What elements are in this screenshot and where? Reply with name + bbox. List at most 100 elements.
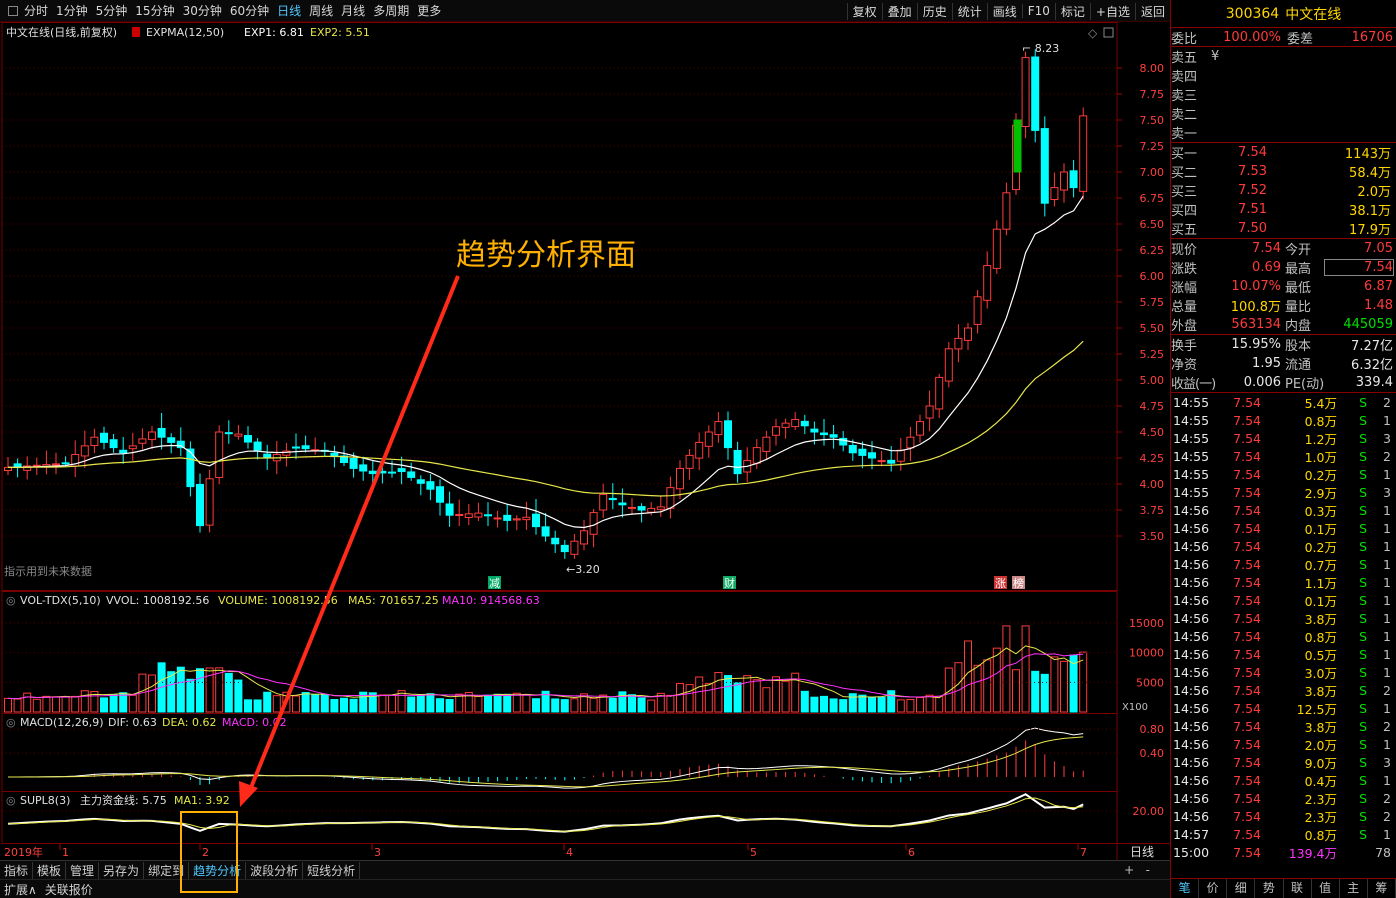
weibi-value: 100.00% bbox=[1223, 29, 1281, 45]
candle-body bbox=[1021, 57, 1030, 128]
stock-header: 300364 中文在线 bbox=[1171, 0, 1396, 28]
toolbar-button-6[interactable]: 标记 bbox=[1054, 2, 1090, 20]
candle-body bbox=[196, 483, 204, 527]
period-tab-1[interactable]: 1分钟 bbox=[56, 2, 88, 19]
tick-row: 14:56 7.54 2.3万 S 2 bbox=[1171, 789, 1396, 807]
indicator-tab-6[interactable]: 波段分析 bbox=[246, 861, 304, 879]
indicator-tab-7[interactable]: 短线分析 bbox=[303, 861, 361, 879]
window-menu-icon[interactable] bbox=[8, 5, 18, 16]
candle-body bbox=[148, 431, 156, 440]
toolbar-button-4[interactable]: 画线 bbox=[986, 2, 1022, 20]
period-tab-9[interactable]: 多周期 bbox=[373, 2, 409, 19]
tick-count: 2 bbox=[1383, 718, 1391, 734]
candle-body bbox=[224, 432, 233, 435]
panel-tab-3[interactable]: 势 bbox=[1255, 879, 1284, 898]
candle-body bbox=[532, 513, 540, 528]
panel-tab-7[interactable]: 筹 bbox=[1368, 879, 1396, 898]
period-tab-5[interactable]: 60分钟 bbox=[230, 2, 269, 19]
price-tick-label: 6.00 bbox=[1140, 270, 1165, 283]
quote-row: 换手 15.95% 股本 7.27亿 bbox=[1171, 335, 1396, 354]
tick-volume: 1.0万 bbox=[1304, 449, 1337, 465]
indicator-tab-1[interactable]: 模板 bbox=[33, 861, 67, 879]
tick-list[interactable]: 14:55 7.54 5.4万 S 2 14:55 7.54 0.8万 S 1 14:55 7.54 1… bbox=[1171, 393, 1396, 861]
panel-tab-6[interactable]: 主 bbox=[1340, 879, 1368, 898]
panel-tab-1[interactable]: 价 bbox=[1199, 879, 1228, 898]
toolbar-button-1[interactable]: 叠加 bbox=[881, 2, 917, 20]
extension-tab-1[interactable]: 关联报价 bbox=[41, 881, 97, 898]
toolbar-button-8[interactable]: 返回 bbox=[1134, 2, 1170, 20]
candle-body bbox=[474, 512, 483, 518]
vol-title: VOL-TDX(5,10) bbox=[20, 594, 101, 607]
tick-count: 1 bbox=[1383, 772, 1391, 788]
zoom-controls[interactable]: + - bbox=[1124, 863, 1150, 877]
indicator-tab-0[interactable]: 指标 bbox=[0, 861, 34, 879]
tick-time: 14:55 bbox=[1173, 394, 1210, 410]
period-tab-3[interactable]: 15分钟 bbox=[135, 2, 174, 19]
panel-tab-4[interactable]: 联 bbox=[1284, 879, 1312, 898]
quote-label: 外盘 bbox=[1171, 319, 1198, 334]
candle-body bbox=[848, 444, 857, 454]
indicator-tab-5[interactable]: 趋势分析 bbox=[189, 861, 247, 879]
extension-tab-0[interactable]: 扩展∧ bbox=[0, 881, 41, 898]
candle-body bbox=[935, 376, 944, 410]
toolbar-button-5[interactable]: F10 bbox=[1021, 4, 1055, 18]
tick-count: 1 bbox=[1383, 520, 1391, 536]
period-tab-4[interactable]: 30分钟 bbox=[183, 2, 222, 19]
volume-bar bbox=[128, 694, 137, 713]
candle-body bbox=[877, 460, 886, 463]
price-tick-label: 3.50 bbox=[1140, 530, 1165, 543]
tick-volume: 1.2万 bbox=[1304, 431, 1337, 447]
sell-label: 卖二 bbox=[1171, 108, 1198, 123]
candle-body bbox=[973, 296, 982, 325]
toolbar-button-0[interactable]: 复权 bbox=[846, 2, 882, 20]
tick-time: 14:56 bbox=[1173, 736, 1210, 752]
panel-tab-0[interactable]: 笔 bbox=[1171, 879, 1200, 898]
candle-body bbox=[349, 458, 358, 469]
toolbar-button-3[interactable]: 统计 bbox=[951, 2, 987, 20]
period-tab-8[interactable]: 月线 bbox=[341, 2, 365, 19]
toolbar-button-2[interactable]: 历史 bbox=[916, 2, 952, 20]
volume-bar bbox=[964, 640, 972, 713]
tick-count: 3 bbox=[1383, 484, 1391, 500]
volume-bar bbox=[887, 690, 896, 713]
tick-side: S bbox=[1359, 700, 1367, 716]
quote-row: 外盘 563134 内盘 445059 bbox=[1171, 315, 1396, 334]
period-tab-0[interactable]: 分时 bbox=[24, 2, 48, 19]
macd-value: MACD: 0.02 bbox=[222, 716, 287, 729]
quote-label: 最低 bbox=[1285, 281, 1312, 296]
volume-bar bbox=[560, 699, 569, 713]
tick-side: S bbox=[1359, 736, 1367, 752]
tick-count: 1 bbox=[1383, 664, 1391, 680]
indicator-switch-icon[interactable] bbox=[132, 27, 140, 37]
tick-volume: 2.0万 bbox=[1304, 737, 1337, 753]
sell-label: 卖一 bbox=[1171, 127, 1198, 142]
indicator-tab-4[interactable]: 绑定到 bbox=[144, 861, 190, 879]
period-tab-6[interactable]: 日线 bbox=[277, 2, 301, 19]
period-tab-7[interactable]: 周线 bbox=[309, 2, 333, 19]
tick-time: 14:55 bbox=[1173, 484, 1210, 500]
period-tab-2[interactable]: 5分钟 bbox=[96, 2, 128, 19]
panel-tab-2[interactable]: 细 bbox=[1227, 879, 1256, 898]
candle-body bbox=[109, 439, 118, 449]
period-tab-10[interactable]: 更多 bbox=[417, 2, 441, 19]
candle-body bbox=[570, 540, 579, 555]
candle-body bbox=[829, 434, 838, 438]
volume-bar bbox=[301, 692, 310, 713]
toolbar-button-7[interactable]: +自选 bbox=[1089, 2, 1135, 20]
candle-body bbox=[820, 432, 828, 436]
indicator-tab-bar: 指标 模板 管理 另存为 绑定到 趋势分析 波段分析 短线分析 + - bbox=[0, 860, 1170, 879]
indicator-tab-3[interactable]: 另存为 bbox=[99, 861, 145, 879]
tick-price: 7.54 bbox=[1233, 808, 1261, 824]
candle-body bbox=[1069, 170, 1078, 189]
vol-tick-label: 10000 bbox=[1129, 647, 1164, 660]
volume-bar bbox=[570, 698, 579, 713]
tick-volume: 12.5万 bbox=[1296, 701, 1337, 717]
month-label: 3 bbox=[374, 846, 381, 859]
tick-count: 3 bbox=[1383, 430, 1391, 446]
buy-row: 买四 7.51 38.1万 bbox=[1171, 200, 1396, 219]
indicator-tab-2[interactable]: 管理 bbox=[66, 861, 100, 879]
diamond-icon: ◇ bbox=[1088, 26, 1098, 40]
panel-tab-5[interactable]: 值 bbox=[1312, 879, 1340, 898]
volume-bar bbox=[628, 694, 636, 713]
kline-chart[interactable]: 8.00 7.75 7.50 7.25 7.00 6.75 6.50 6.25 6.00 5.75… bbox=[0, 22, 1170, 860]
